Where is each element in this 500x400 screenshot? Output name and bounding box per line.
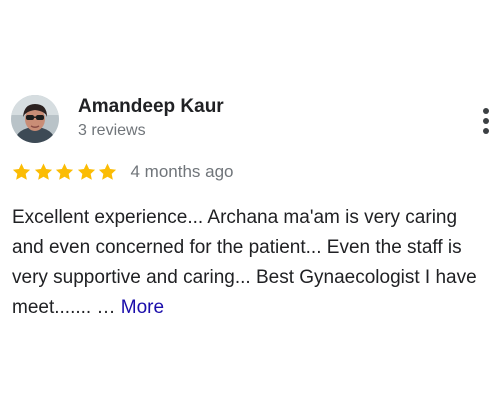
star-icon xyxy=(76,162,97,182)
review-time: 4 months ago xyxy=(130,162,234,181)
star-icon xyxy=(11,162,32,182)
review-text: Excellent experience... Archana ma'am is… xyxy=(12,203,492,323)
rating-row: 4 months ago xyxy=(11,160,234,184)
review-card: Amandeep Kaur 3 reviews 4 months ago Exc… xyxy=(0,0,500,400)
reviewer-review-count[interactable]: 3 reviews xyxy=(78,122,146,140)
review-body: Excellent experience... Archana ma'am is… xyxy=(12,207,477,318)
more-options-button[interactable] xyxy=(476,106,496,136)
star-rating xyxy=(11,162,119,182)
read-more-link[interactable]: More xyxy=(121,297,164,318)
reviewer-avatar[interactable] xyxy=(11,95,59,143)
star-icon xyxy=(97,162,118,182)
avatar-photo xyxy=(11,95,59,143)
star-icon xyxy=(54,162,75,182)
reviewer-name[interactable]: Amandeep Kaur xyxy=(78,96,224,118)
star-icon xyxy=(33,162,54,182)
